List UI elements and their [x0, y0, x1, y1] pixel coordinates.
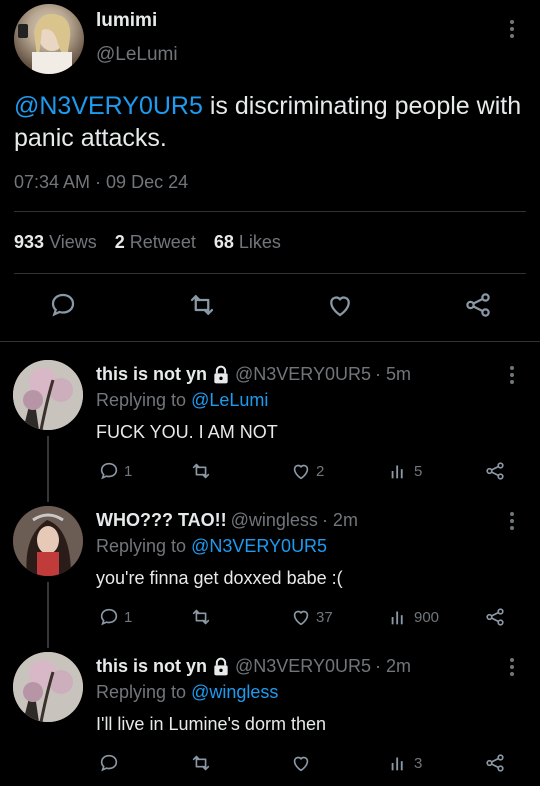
reply-time[interactable]: · 2m [322, 510, 358, 531]
like-button[interactable]: 2 [290, 460, 324, 482]
replying-to: Replying to @N3VERY0UR5 [96, 536, 328, 556]
reply-tweet: this is not yn @N3VERY0UR5 · 5m Replying… [0, 360, 540, 494]
avatar-photo [13, 360, 83, 430]
tweet-stats: 933 Views 2 Retweet 68 Likes [14, 232, 281, 253]
display-name[interactable]: WHO??? TAO!! [96, 510, 227, 531]
reply-time[interactable]: · 2m [375, 656, 411, 677]
reply-count: 1 [124, 608, 133, 626]
reply-tweet: this is not yn @N3VERY0UR5 · 2m Replying… [0, 652, 540, 786]
reply-count: 1 [124, 462, 133, 480]
like-button[interactable] [290, 752, 316, 774]
replying-to: Replying to @wingless [96, 682, 279, 702]
share-button[interactable] [484, 606, 506, 628]
share-icon[interactable] [463, 290, 493, 320]
reply-actions: 1 37 900 [0, 606, 540, 630]
reply-button[interactable] [98, 752, 124, 774]
views-count: 3 [414, 754, 423, 772]
reply-icon[interactable] [48, 290, 78, 320]
reply-header: WHO??? TAO!! @wingless · 2m [96, 510, 358, 531]
retweet-icon [192, 755, 210, 771]
views-icon [391, 757, 403, 771]
like-icon [293, 610, 309, 626]
share-icon [486, 754, 504, 772]
retweet-button[interactable] [190, 460, 212, 482]
handle[interactable]: @wingless [231, 510, 318, 531]
more-options-icon[interactable] [510, 366, 514, 384]
likes-stat[interactable]: 68 Likes [214, 232, 281, 253]
reply-button[interactable]: 1 [98, 460, 132, 482]
retweet-icon [192, 609, 210, 625]
replying-to-link[interactable]: @N3VERY0UR5 [191, 536, 327, 556]
more-options-icon[interactable] [510, 658, 514, 676]
reply-actions: 3 [0, 752, 540, 776]
reply-icon [100, 608, 118, 626]
share-button[interactable] [484, 752, 506, 774]
views-button[interactable]: 5 [388, 460, 422, 482]
reply-tweet: WHO??? TAO!! @wingless · 2m Replying to … [0, 506, 540, 640]
display-name[interactable]: this is not yn [96, 656, 207, 677]
handle[interactable]: @N3VERY0UR5 [235, 364, 371, 385]
views-button[interactable]: 3 [388, 752, 422, 774]
reply-text: FUCK YOU. I AM NOT [96, 422, 278, 442]
divider [14, 273, 526, 274]
views-count: 5 [414, 462, 423, 480]
avatar[interactable] [13, 506, 83, 576]
views-count: 900 [414, 608, 440, 626]
retweet-button[interactable] [190, 752, 212, 774]
reply-text: you're finna get doxxed babe :( [96, 568, 343, 588]
divider [0, 341, 540, 342]
avatar-photo [13, 506, 83, 576]
replying-to: Replying to @LeLumi [96, 390, 269, 410]
reply-header: this is not yn @N3VERY0UR5 · 5m [96, 364, 411, 385]
timestamp[interactable]: 07:34 AM · 09 Dec 24 [14, 172, 188, 193]
like-count: 37 [316, 608, 333, 626]
like-icon[interactable] [325, 290, 355, 320]
display-name[interactable]: this is not yn [96, 364, 207, 385]
views-icon [391, 611, 403, 625]
avatar-photo [13, 652, 83, 722]
share-icon [486, 462, 504, 480]
replying-to-link[interactable]: @wingless [191, 682, 278, 702]
views-button[interactable]: 900 [388, 606, 439, 628]
reply-icon [100, 754, 118, 772]
share-button[interactable] [484, 460, 506, 482]
mention-link[interactable]: @N3VERY0UR5 [14, 92, 203, 120]
reply-actions: 1 2 5 [0, 460, 540, 484]
more-options-icon[interactable] [510, 512, 514, 530]
display-name[interactable]: lumimi [96, 10, 157, 32]
retweet-button[interactable] [190, 606, 212, 628]
tweet-text: @N3VERY0UR5 is discriminating people wit… [14, 90, 524, 154]
lock-icon [214, 365, 228, 383]
avatar[interactable] [13, 652, 83, 722]
handle[interactable]: @LeLumi [96, 44, 178, 66]
like-icon [293, 756, 309, 772]
avatar-photo [18, 13, 72, 74]
lock-icon [214, 657, 228, 675]
views-stat[interactable]: 933 Views [14, 232, 97, 253]
divider [14, 211, 526, 212]
reply-time[interactable]: · 5m [375, 364, 411, 385]
like-count: 2 [316, 462, 325, 480]
reply-button[interactable]: 1 [98, 606, 132, 628]
main-tweet-actions [0, 290, 540, 326]
retweet-icon [192, 463, 210, 479]
share-icon [486, 608, 504, 626]
like-icon [293, 464, 309, 480]
avatar[interactable] [14, 4, 84, 74]
like-button[interactable]: 37 [290, 606, 333, 628]
views-icon [391, 465, 403, 479]
reply-icon [100, 462, 118, 480]
more-options-icon[interactable] [510, 20, 514, 38]
retweets-stat[interactable]: 2 Retweet [115, 232, 196, 253]
reply-header: this is not yn @N3VERY0UR5 · 2m [96, 656, 411, 677]
retweet-icon[interactable] [187, 290, 217, 320]
handle[interactable]: @N3VERY0UR5 [235, 656, 371, 677]
avatar[interactable] [13, 360, 83, 430]
replying-to-link[interactable]: @LeLumi [191, 390, 268, 410]
reply-text: I'll live in Lumine's dorm then [96, 714, 326, 734]
